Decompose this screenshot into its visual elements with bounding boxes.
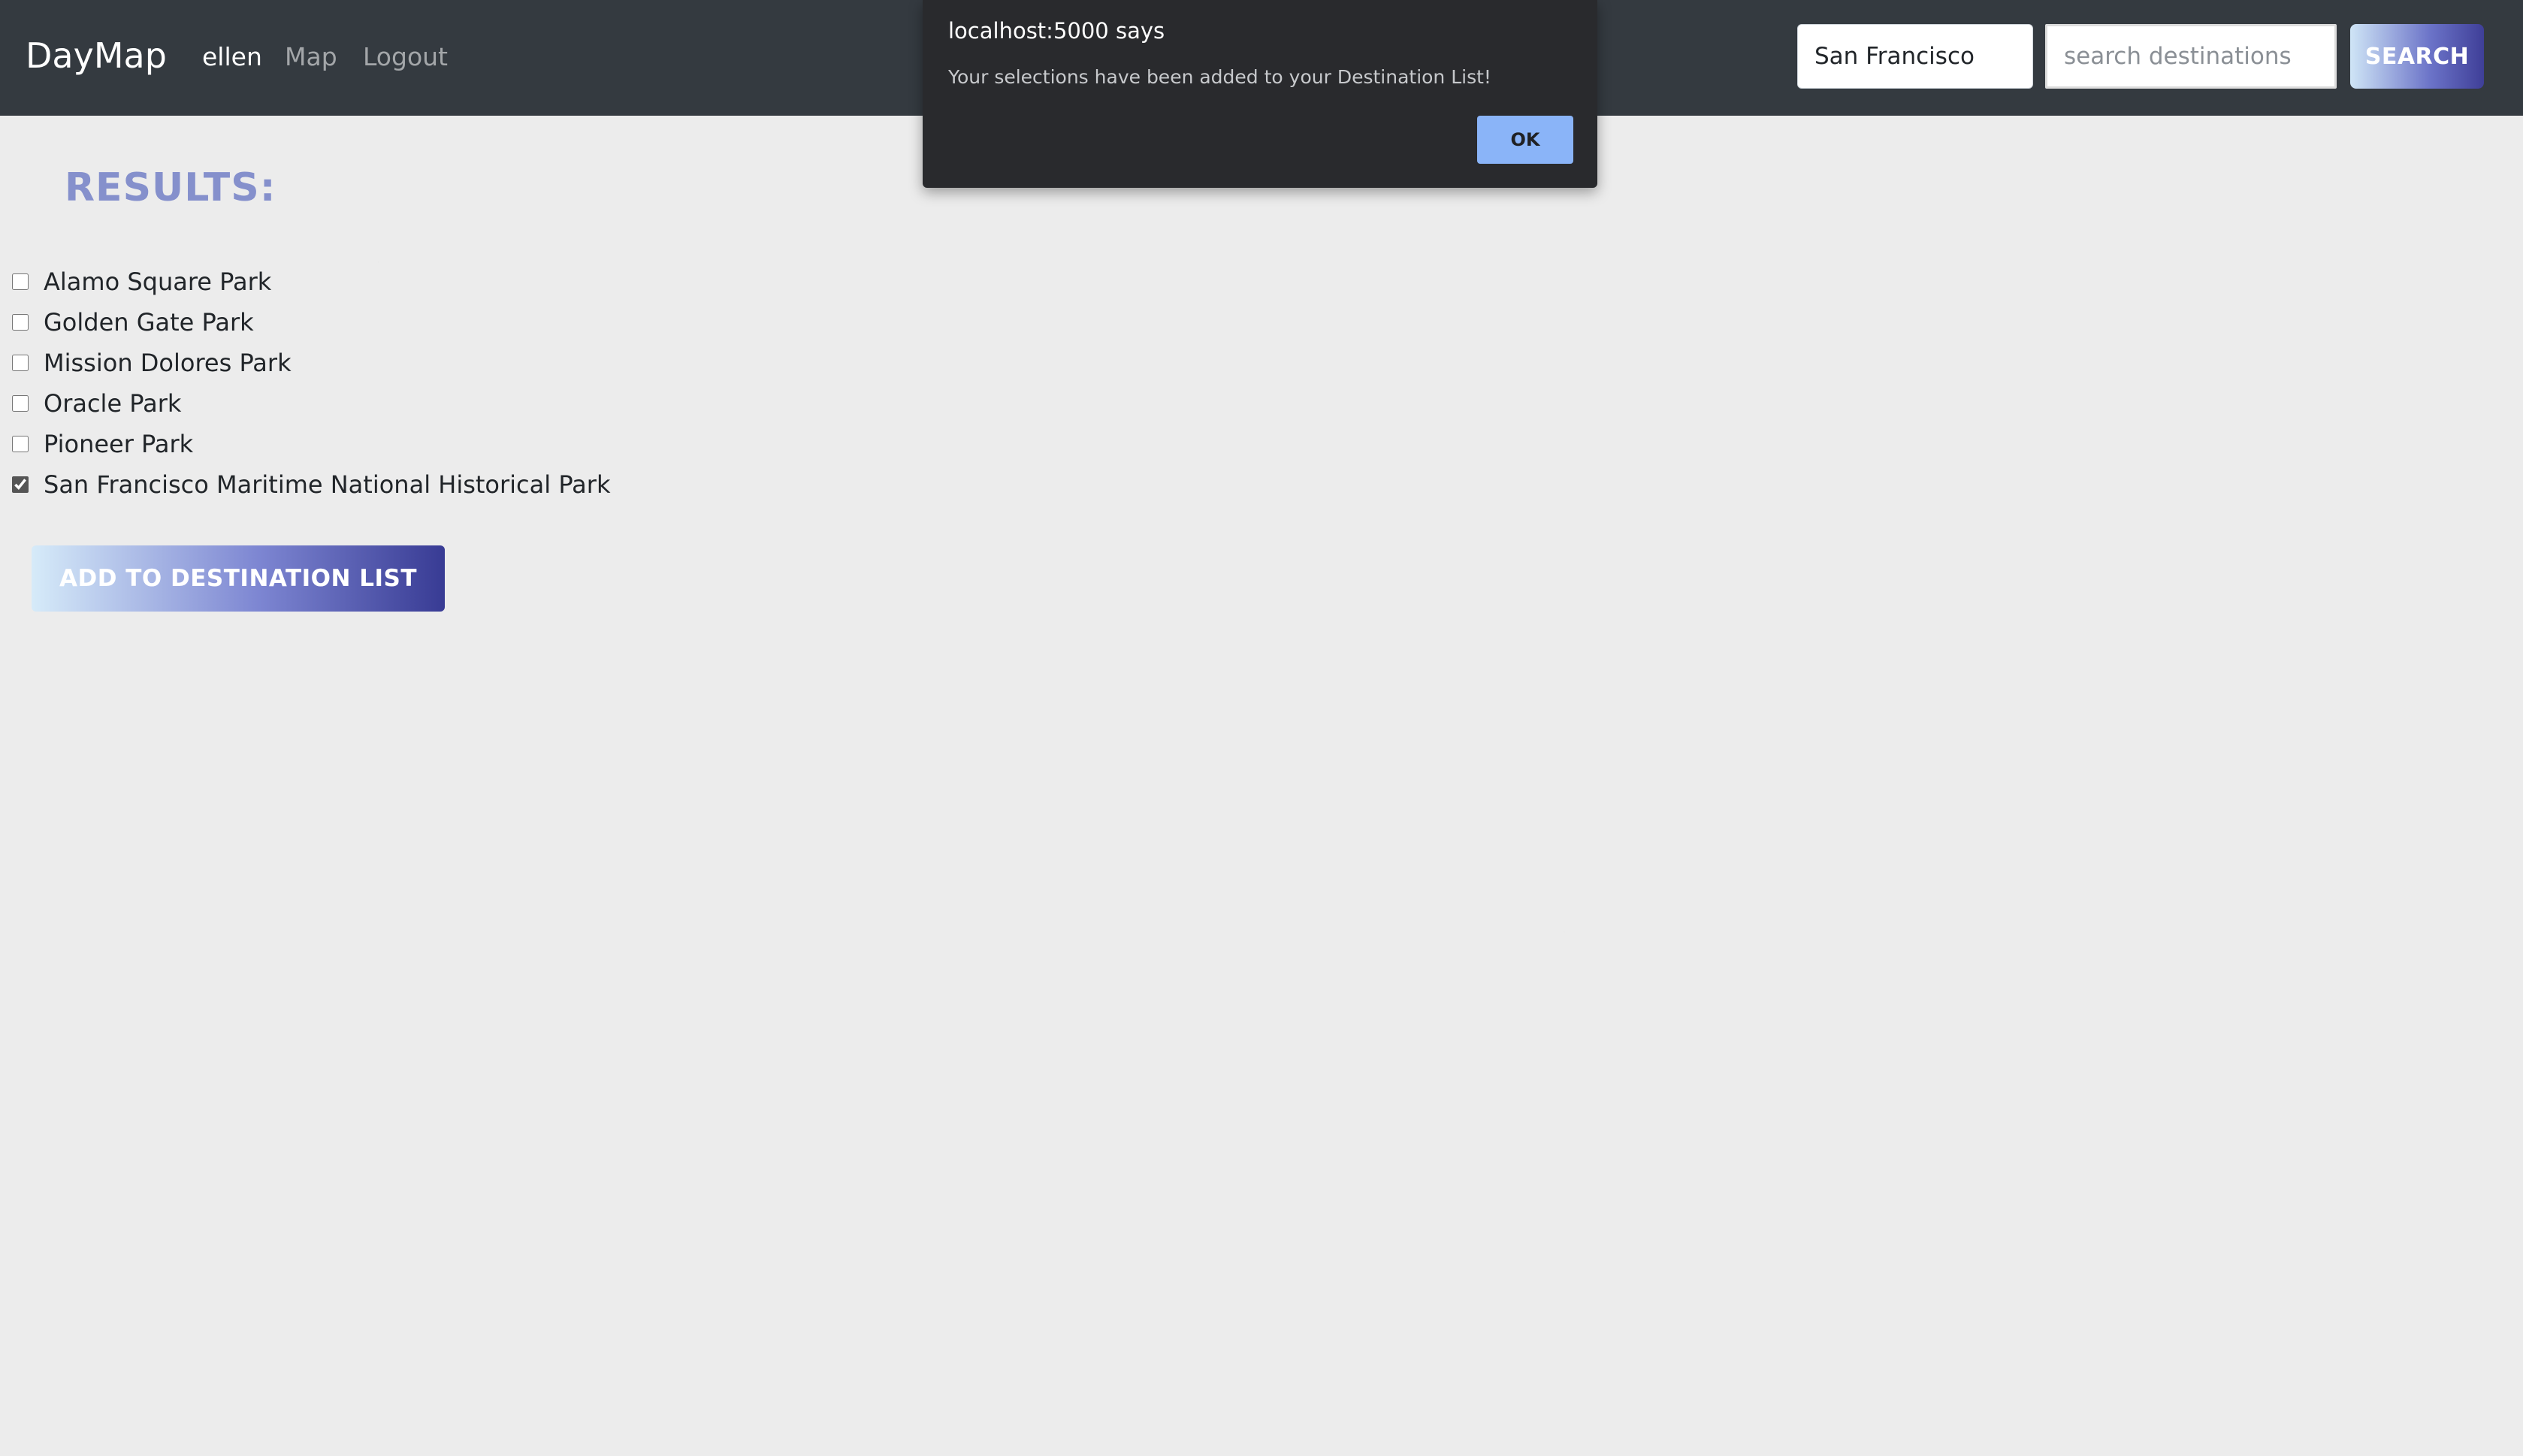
result-label: San Francisco Maritime National Historic… bbox=[44, 470, 611, 499]
alert-message: Your selections have been added to your … bbox=[948, 66, 1491, 88]
result-item: Mission Dolores Park bbox=[12, 343, 610, 383]
search-button[interactable]: SEARCH bbox=[2350, 24, 2484, 89]
alert-title: localhost:5000 says bbox=[948, 18, 1165, 44]
result-checkbox[interactable] bbox=[12, 355, 29, 371]
alert-ok-button[interactable]: OK bbox=[1477, 116, 1573, 164]
result-label: Mission Dolores Park bbox=[44, 349, 292, 377]
results-heading: RESULTS: bbox=[65, 165, 276, 210]
city-input[interactable] bbox=[1797, 24, 2033, 89]
brand-logo[interactable]: DayMap bbox=[26, 35, 167, 77]
search-destinations-input[interactable] bbox=[2045, 24, 2337, 89]
result-label: Alamo Square Park bbox=[44, 267, 272, 296]
result-label: Golden Gate Park bbox=[44, 308, 254, 337]
result-checkbox[interactable] bbox=[12, 395, 29, 412]
result-item: Golden Gate Park bbox=[12, 302, 610, 343]
result-checkbox[interactable] bbox=[12, 476, 29, 493]
result-item: Oracle Park bbox=[12, 383, 610, 424]
result-label: Pioneer Park bbox=[44, 430, 194, 458]
result-item: San Francisco Maritime National Historic… bbox=[12, 464, 610, 505]
nav-map-link[interactable]: Map bbox=[285, 42, 337, 72]
result-checkbox[interactable] bbox=[12, 273, 29, 290]
add-to-destination-list-button[interactable]: ADD TO DESTINATION LIST bbox=[32, 545, 445, 612]
nav-user-name[interactable]: ellen bbox=[202, 42, 262, 72]
result-item: Pioneer Park bbox=[12, 424, 610, 464]
result-checkbox[interactable] bbox=[12, 314, 29, 331]
alert-dialog: localhost:5000 says Your selections have… bbox=[923, 0, 1597, 188]
result-item: Alamo Square Park bbox=[12, 261, 610, 302]
result-label: Oracle Park bbox=[44, 389, 182, 418]
result-checkbox[interactable] bbox=[12, 436, 29, 452]
result-list: Alamo Square Park Golden Gate Park Missi… bbox=[12, 261, 610, 505]
nav-logout-link[interactable]: Logout bbox=[363, 42, 448, 72]
